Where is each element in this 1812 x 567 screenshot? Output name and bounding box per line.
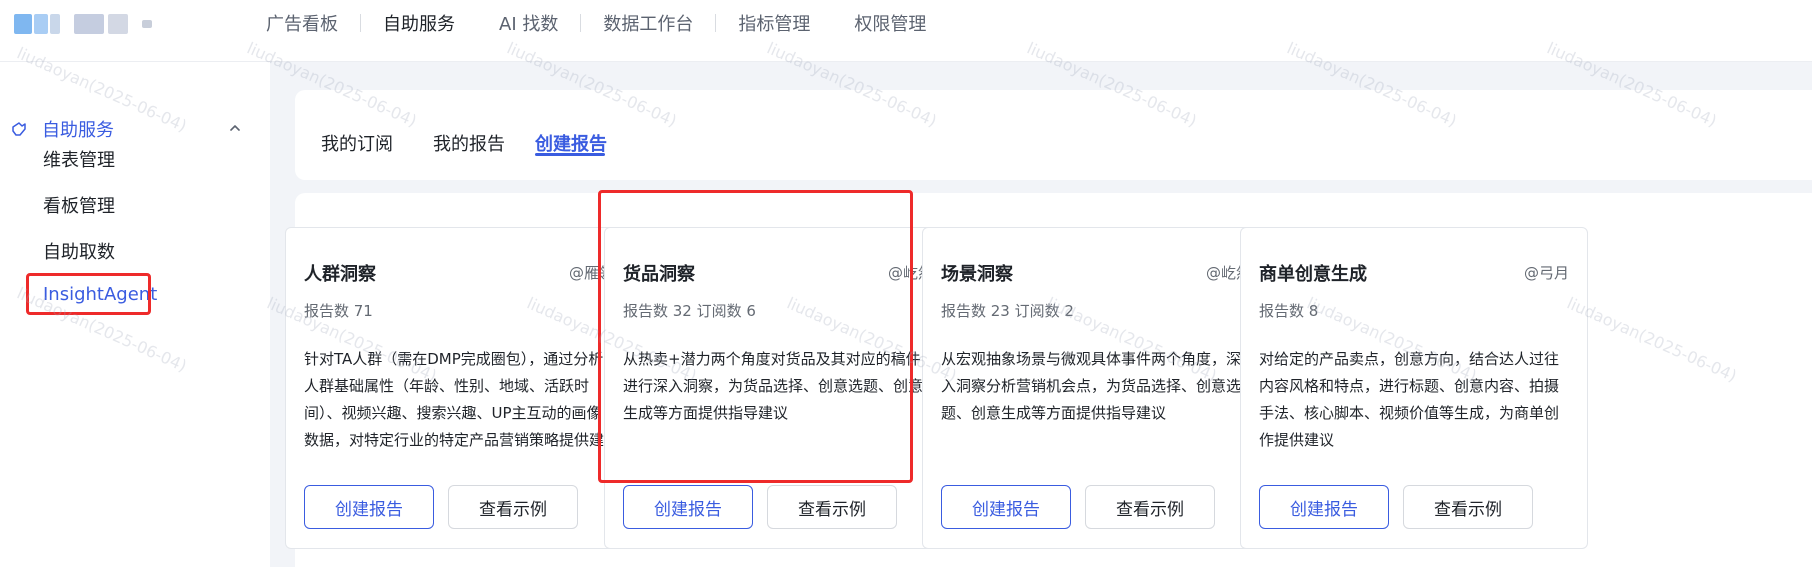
nav-item-data-workbench[interactable]: 数据工作台 <box>603 10 693 36</box>
nav-item-metric-management[interactable]: 指标管理 <box>738 10 810 36</box>
create-report-button[interactable]: 创建报告 <box>623 485 753 529</box>
tab-my-reports[interactable]: 我的报告 <box>433 130 505 156</box>
chevron-up-icon[interactable] <box>227 120 243 136</box>
sidebar-group-self-service[interactable]: 自助服务 <box>10 114 245 144</box>
report-tabs-bar: 我的订阅 我的报告 创建报告 <box>295 90 1812 180</box>
report-card-audience-insight: 人群洞察 @雁翎 报告数 71 针对TA人群（需在DMP完成圈包），通过分析人群… <box>285 227 633 549</box>
card-title: 场景洞察 <box>941 264 1013 285</box>
create-report-button[interactable]: 创建报告 <box>1259 485 1389 529</box>
card-title: 人群洞察 <box>304 264 376 285</box>
sidebar-item-self-fetch[interactable]: 自助取数 <box>43 238 115 264</box>
blurred-logo[interactable] <box>14 14 164 34</box>
create-report-button[interactable]: 创建报告 <box>304 485 434 529</box>
nav-item-ad-board[interactable]: 广告看板 <box>266 10 338 36</box>
sidebar-group-label: 自助服务 <box>42 120 114 141</box>
card-description: 针对TA人群（需在DMP完成圈包），通过分析人群基础属性（年龄、性别、地域、活跃… <box>304 350 605 449</box>
card-stats: 报告数 8 <box>1259 302 1319 320</box>
card-description: 对给定的产品卖点，创意方向，结合达人过往内容风格和特点，进行标题、创意内容、拍摄… <box>1259 350 1560 449</box>
sidebar-item-dimension-tables[interactable]: 维表管理 <box>43 146 115 172</box>
report-card-scene-insight: 场景洞察 @屹然 报告数 23 订阅数 2 从宏观抽象场景与微观具体事件两个角度… <box>922 227 1270 549</box>
sidebar-item-board-management[interactable]: 看板管理 <box>43 192 115 218</box>
nav-item-self-service[interactable]: 自助服务 <box>383 10 455 36</box>
view-example-button[interactable]: 查看示例 <box>1085 485 1215 529</box>
card-title: 商单创意生成 <box>1259 264 1367 285</box>
nav-item-permission-management[interactable]: 权限管理 <box>854 10 926 36</box>
report-card-commission-creative: 商单创意生成 @弓月 报告数 8 对给定的产品卖点，创意方向，结合达人过往内容风… <box>1240 227 1588 549</box>
highlight-annotation-box <box>598 190 913 483</box>
highlight-annotation-box <box>26 273 151 315</box>
create-report-button[interactable]: 创建报告 <box>941 485 1071 529</box>
top-navigation-bar: 广告看板 自助服务 AI 找数 数据工作台 指标管理 权限管理 <box>0 0 1812 62</box>
card-description: 从宏观抽象场景与微观具体事件两个角度，深入洞察分析营销机会点，为货品选择、创意选… <box>941 350 1242 422</box>
tab-my-subscriptions[interactable]: 我的订阅 <box>321 130 393 156</box>
card-author: @弓月 <box>1523 264 1569 282</box>
view-example-button[interactable]: 查看示例 <box>767 485 897 529</box>
active-tab-indicator <box>535 153 605 156</box>
view-example-button[interactable]: 查看示例 <box>1403 485 1533 529</box>
report-template-cards: 人群洞察 @雁翎 报告数 71 针对TA人群（需在DMP完成圈包），通过分析人群… <box>285 193 1812 567</box>
nav-divider <box>580 14 582 32</box>
card-stats: 报告数 23 订阅数 2 <box>941 302 1074 320</box>
nav-divider <box>715 14 717 32</box>
sidebar: 自助服务 维表管理 看板管理 自助取数 InsightAgent <box>0 62 270 567</box>
top-nav-menu: 广告看板 自助服务 AI 找数 数据工作台 指标管理 权限管理 <box>266 0 926 46</box>
nav-item-ai-find-data[interactable]: AI 找数 <box>499 10 558 36</box>
service-icon <box>12 122 26 136</box>
card-stats: 报告数 71 <box>304 302 373 320</box>
nav-divider <box>360 14 361 32</box>
view-example-button[interactable]: 查看示例 <box>448 485 578 529</box>
